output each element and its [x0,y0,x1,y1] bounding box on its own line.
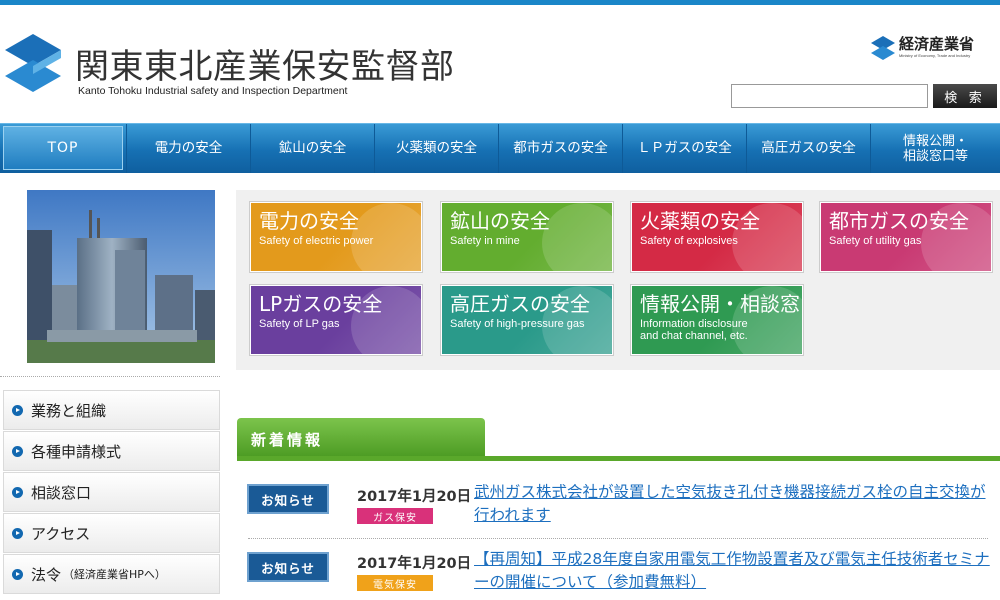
search-input[interactable] [731,84,928,108]
news-heading-line [237,456,1000,461]
sidebar-item-laws[interactable]: 法令 （経済産業省HPへ） [3,554,220,594]
site-logo-icon[interactable] [3,32,65,94]
news-title-link[interactable]: 武州ガス株式会社が設置した空気抜き孔付き機器接続ガス栓の自主交換が行われます [474,481,990,527]
tile-lp-gas[interactable]: LPガスの安全 Safety of LP gas [250,285,422,355]
nav-item-info-disclosure[interactable]: 情報公開・ 相談窓口等 [870,124,1000,173]
nav-item-top[interactable]: TOP [3,126,123,170]
search-button[interactable]: 検 索 [933,84,997,108]
site-subtitle: Kanto Tohoku Industrial safety and Inspe… [78,85,348,97]
meti-name: 経済産業省 [899,35,975,53]
tile-info-disclosure[interactable]: 情報公開・相談窓口等 Information disclosure and ch… [631,285,803,355]
tile-mine[interactable]: 鉱山の安全 Safety in mine [441,202,613,272]
meti-logo[interactable]: 経済産業省 Ministry of Economy, Trade and Ind… [870,35,974,61]
news-item: お知らせ 2017年1月20日 電気保安 【再周知】平成28年度自家用電気工作物… [237,544,1000,600]
sidebar-item-label: 相談窓口 [31,483,92,502]
meti-english-name: Ministry of Economy, Trade and Industry [899,53,971,58]
news-category-badge: ガス保安 [357,508,433,524]
sidebar-item-consultation[interactable]: 相談窓口 [3,472,220,512]
nav-item-lp-gas[interactable]: ＬＰガスの安全 [622,124,746,173]
arrow-bullet-icon [12,486,23,498]
arrow-bullet-icon [12,568,23,580]
sidebar-item-label: アクセス [31,524,91,543]
sidebar-item-note: （経済産業省HPへ） [63,568,166,581]
news-date: 2017年1月20日 [357,556,472,572]
main-nav: TOP 電力の安全 鉱山の安全 火薬類の安全 都市ガスの安全 ＬＰガスの安全 高… [0,123,1000,173]
nav-item-utility-gas[interactable]: 都市ガスの安全 [498,124,622,173]
sidebar-item-label: 法令 [31,565,62,584]
site-title[interactable]: 関東東北産業保安監督部 [75,39,455,88]
tile-electric-power[interactable]: 電力の安全 Safety of electric power [250,202,422,272]
tile-utility-gas[interactable]: 都市ガスの安全 Safety of utility gas [820,202,992,272]
tile-explosives[interactable]: 火薬類の安全 Safety of explosives [631,202,803,272]
tile-high-pressure-gas[interactable]: 高圧ガスの安全 Safety of high-pressure gas [441,285,613,355]
news-date: 2017年1月20日 [357,489,472,505]
sidebar-item-forms[interactable]: 各種申請様式 [3,431,220,471]
news-badge: お知らせ [247,484,329,514]
sidebar-item-label: 各種申請様式 [31,442,122,461]
sidebar-item-business[interactable]: 業務と組織 [3,390,220,430]
category-panel: 電力の安全 Safety of electric power 鉱山の安全 Saf… [236,190,1000,370]
arrow-bullet-icon [12,527,23,539]
news-title-link[interactable]: 【再周知】平成28年度自家用電気工作物設置者及び電気主任技術者セミナーの開催につ… [474,548,990,594]
sidebar-item-label: 業務と組織 [31,401,107,420]
nav-item-mine[interactable]: 鉱山の安全 [250,124,374,173]
news-category-badge: 電気保安 [357,575,433,591]
nav-item-electric-power[interactable]: 電力の安全 [126,124,250,173]
arrow-bullet-icon [12,404,23,416]
sidebar-divider [0,376,220,377]
site-header: 関東東北産業保安監督部 Kanto Tohoku Industrial safe… [0,5,1000,123]
nav-item-high-pressure-gas[interactable]: 高圧ガスの安全 [746,124,870,173]
sidebar-menu: 業務と組織 各種申請様式 相談窓口 アクセス 法令 （経済産業省HPへ） [3,390,220,595]
nav-item-explosives[interactable]: 火薬類の安全 [374,124,498,173]
arrow-bullet-icon [12,445,23,457]
news-badge: お知らせ [247,552,329,582]
meti-mark-icon [871,36,895,60]
sidebar-item-access[interactable]: アクセス [3,513,220,553]
news-item: お知らせ 2017年1月20日 ガス保安 武州ガス株式会社が設置した空気抜き孔付… [237,478,1000,538]
building-photo [27,190,215,363]
news-heading: 新着情報 [237,418,485,458]
news-separator [248,538,988,539]
